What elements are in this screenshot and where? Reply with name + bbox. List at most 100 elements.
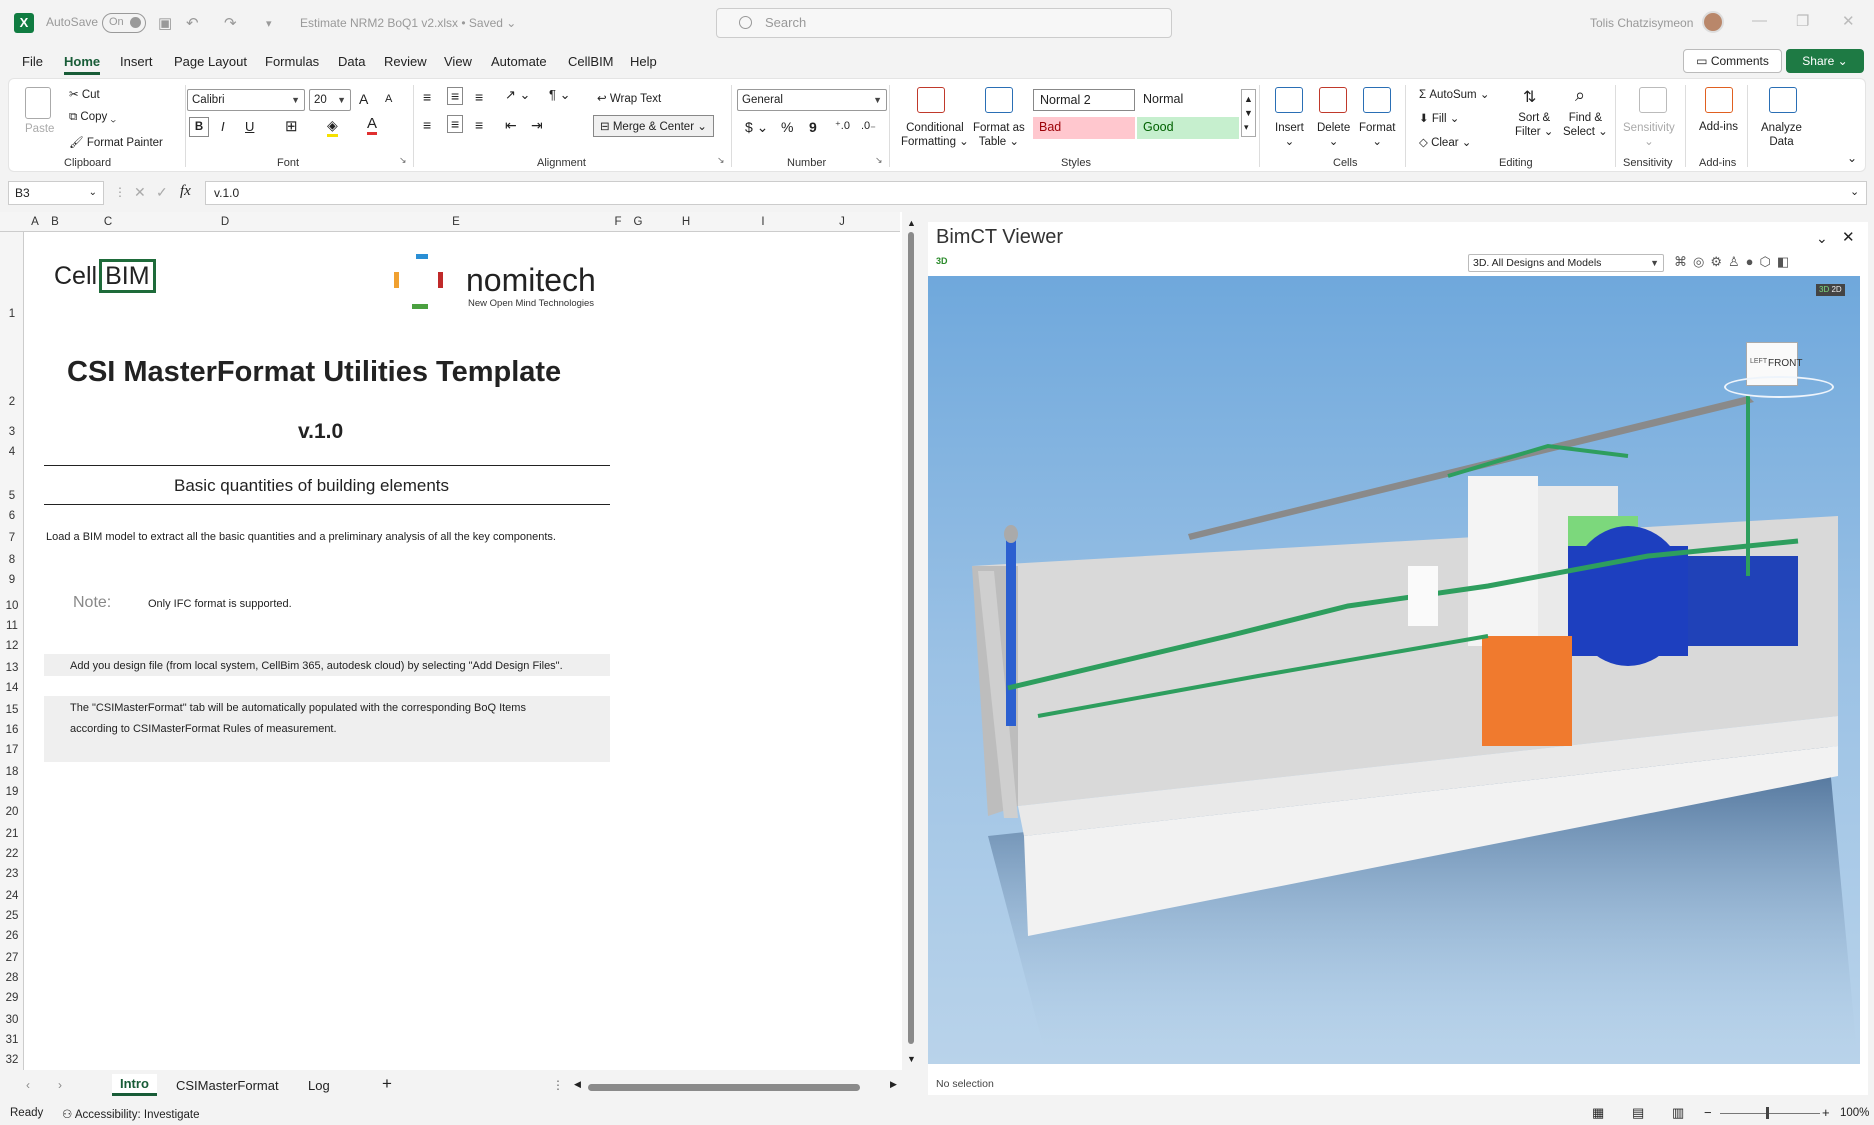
tabs-more-icon[interactable]: ⋮ xyxy=(552,1078,564,1092)
add-sheet-button[interactable]: + xyxy=(382,1074,392,1094)
row-header[interactable]: 15 xyxy=(0,704,24,716)
avatar[interactable] xyxy=(1702,11,1724,33)
autosum-button[interactable]: Σ AutoSum ⌄ xyxy=(1419,87,1489,101)
format-as-table-button[interactable]: Format as Table ⌄ xyxy=(973,121,1025,149)
column-header-c[interactable]: C xyxy=(68,212,148,232)
copy-button[interactable]: ⧉ Copy ⌄ xyxy=(69,111,116,124)
italic-button[interactable]: I xyxy=(221,119,225,134)
worksheet[interactable] xyxy=(0,212,910,1070)
increase-decimal-icon[interactable]: ⁺.0 xyxy=(835,119,850,132)
column-header-i[interactable]: I xyxy=(724,212,802,232)
format-cells-button[interactable]: Format ⌄ xyxy=(1359,121,1395,149)
scroll-up-icon[interactable]: ▲ xyxy=(907,218,916,228)
person-icon[interactable]: ♙ xyxy=(1728,254,1746,269)
style-normal[interactable]: Normal xyxy=(1137,89,1239,111)
menu-view[interactable]: View xyxy=(444,54,472,69)
horizontal-scrollbar-thumb[interactable] xyxy=(588,1084,860,1091)
borders-icon[interactable]: ⊞ xyxy=(285,117,298,135)
menu-file[interactable]: File xyxy=(22,54,43,69)
redo-icon[interactable]: ↷ xyxy=(224,14,237,32)
zoom-out-icon[interactable]: − xyxy=(1704,1105,1712,1120)
number-dialog-launcher-icon[interactable]: ↘ xyxy=(875,155,883,166)
row-header[interactable]: 29 xyxy=(0,992,24,1004)
scroll-right-icon[interactable]: ▶ xyxy=(890,1079,897,1090)
column-header-g[interactable]: G xyxy=(628,212,648,232)
currency-button[interactable]: $ ⌄ xyxy=(745,119,768,136)
menu-cellbim[interactable]: CellBIM xyxy=(568,54,614,69)
row-header[interactable]: 13 xyxy=(0,662,24,674)
prev-sheet-icon[interactable]: ‹ xyxy=(26,1078,30,1092)
style-good[interactable]: Good xyxy=(1137,117,1239,139)
analyze-data-button[interactable]: Analyze Data xyxy=(1761,121,1802,149)
sensitivity-button[interactable]: Sensitivity ⌄ xyxy=(1623,121,1675,149)
autosave-toggle[interactable]: On xyxy=(102,13,146,33)
add-ins-button[interactable]: Add-ins xyxy=(1699,121,1738,133)
cut-button[interactable]: ✂ Cut xyxy=(69,87,100,101)
expand-formula-icon[interactable]: ⌄ xyxy=(1850,185,1859,198)
collapse-ribbon-icon[interactable]: ⌄ xyxy=(1847,151,1857,165)
cube-ring[interactable] xyxy=(1724,376,1834,398)
text-direction-icon[interactable]: ¶ ⌄ xyxy=(549,87,571,103)
settings-icon[interactable]: ⚙ xyxy=(1710,254,1728,269)
column-header-b[interactable]: B xyxy=(46,212,64,232)
row-header[interactable]: 20 xyxy=(0,806,24,818)
normal-view-icon[interactable]: ▦ xyxy=(1592,1105,1604,1121)
decrease-decimal-icon[interactable]: .0₋ xyxy=(861,119,876,132)
align-middle-icon[interactable]: ≡ xyxy=(447,87,464,105)
box-icon[interactable]: ◧ xyxy=(1777,254,1795,269)
alignment-dialog-launcher-icon[interactable]: ↘ xyxy=(717,155,725,166)
row-header[interactable]: 26 xyxy=(0,930,24,942)
bold-button[interactable]: B xyxy=(189,117,209,137)
next-sheet-icon[interactable]: › xyxy=(58,1078,62,1092)
row-header[interactable]: 7 xyxy=(0,532,24,544)
column-header-j[interactable]: J xyxy=(804,212,880,232)
scroll-left-icon[interactable]: ◀ xyxy=(574,1079,581,1090)
row-header[interactable]: 5 xyxy=(0,490,24,502)
column-header-h[interactable]: H xyxy=(650,212,722,232)
conditional-formatting-button[interactable]: Conditional Formatting ⌄ xyxy=(901,121,969,149)
menu-formulas[interactable]: Formulas xyxy=(265,54,319,69)
menu-home[interactable]: Home xyxy=(64,54,101,75)
view-toggle[interactable]: 3D 2D xyxy=(1816,284,1845,296)
shrink-font-icon[interactable]: A xyxy=(385,93,392,105)
orientation-icon[interactable]: ↗ ⌄ xyxy=(505,87,530,103)
row-header[interactable]: 31 xyxy=(0,1034,24,1046)
enter-icon[interactable]: ✓ xyxy=(156,184,168,201)
scroll-down-icon[interactable]: ▼ xyxy=(907,1054,916,1064)
menu-page-layout[interactable]: Page Layout xyxy=(174,54,247,69)
undo-icon[interactable]: ↶ xyxy=(186,14,199,32)
file-name[interactable]: Estimate NRM2 BoQ1 v2.xlsx • Saved ⌄ xyxy=(300,16,516,30)
font-dialog-launcher-icon[interactable]: ↘ xyxy=(399,155,407,166)
row-header[interactable]: 1 xyxy=(0,308,24,320)
font-name-select[interactable]: Calibri ▼ xyxy=(187,89,305,111)
align-bottom-icon[interactable]: ≡ xyxy=(475,89,483,105)
menu-help[interactable]: Help xyxy=(630,54,657,69)
cancel-icon[interactable]: ✕ xyxy=(134,184,146,201)
row-header[interactable]: 2 xyxy=(0,396,24,408)
comma-button[interactable]: 9 xyxy=(809,119,817,135)
row-header[interactable]: 17 xyxy=(0,744,24,756)
formula-input[interactable]: v.1.0 xyxy=(205,181,1867,205)
style-normal-2[interactable]: Normal 2 xyxy=(1033,89,1135,111)
fill-color-icon[interactable]: ◈ xyxy=(327,117,338,137)
delete-cells-button[interactable]: Delete ⌄ xyxy=(1317,121,1350,149)
collapse-icon[interactable]: ⌄ xyxy=(1816,230,1828,247)
menu-insert[interactable]: Insert xyxy=(120,54,153,69)
zoom-level[interactable]: 100% xyxy=(1840,1107,1869,1119)
row-header[interactable]: 23 xyxy=(0,868,24,880)
restore-icon[interactable]: ❐ xyxy=(1796,12,1809,30)
row-header[interactable]: 3 xyxy=(0,426,24,438)
paste-icon[interactable] xyxy=(25,87,51,119)
camera-icon[interactable]: ◎ xyxy=(1693,254,1710,269)
row-header[interactable]: 27 xyxy=(0,952,24,964)
viewer-tools[interactable]: ⌘◎⚙♙●⬡◧ xyxy=(1674,254,1795,270)
menu-review[interactable]: Review xyxy=(384,54,427,69)
sphere-icon[interactable]: ● xyxy=(1746,254,1760,269)
minimize-icon[interactable]: — xyxy=(1752,12,1767,29)
row-header[interactable]: 4 xyxy=(0,446,24,458)
grow-font-icon[interactable]: A xyxy=(359,91,368,107)
insert-function-icon[interactable]: fx xyxy=(180,183,191,200)
row-header[interactable]: 11 xyxy=(0,620,24,632)
accessibility-status[interactable]: ⚇ Accessibility: Investigate xyxy=(62,1107,200,1121)
insert-cells-button[interactable]: Insert ⌄ xyxy=(1275,121,1304,149)
